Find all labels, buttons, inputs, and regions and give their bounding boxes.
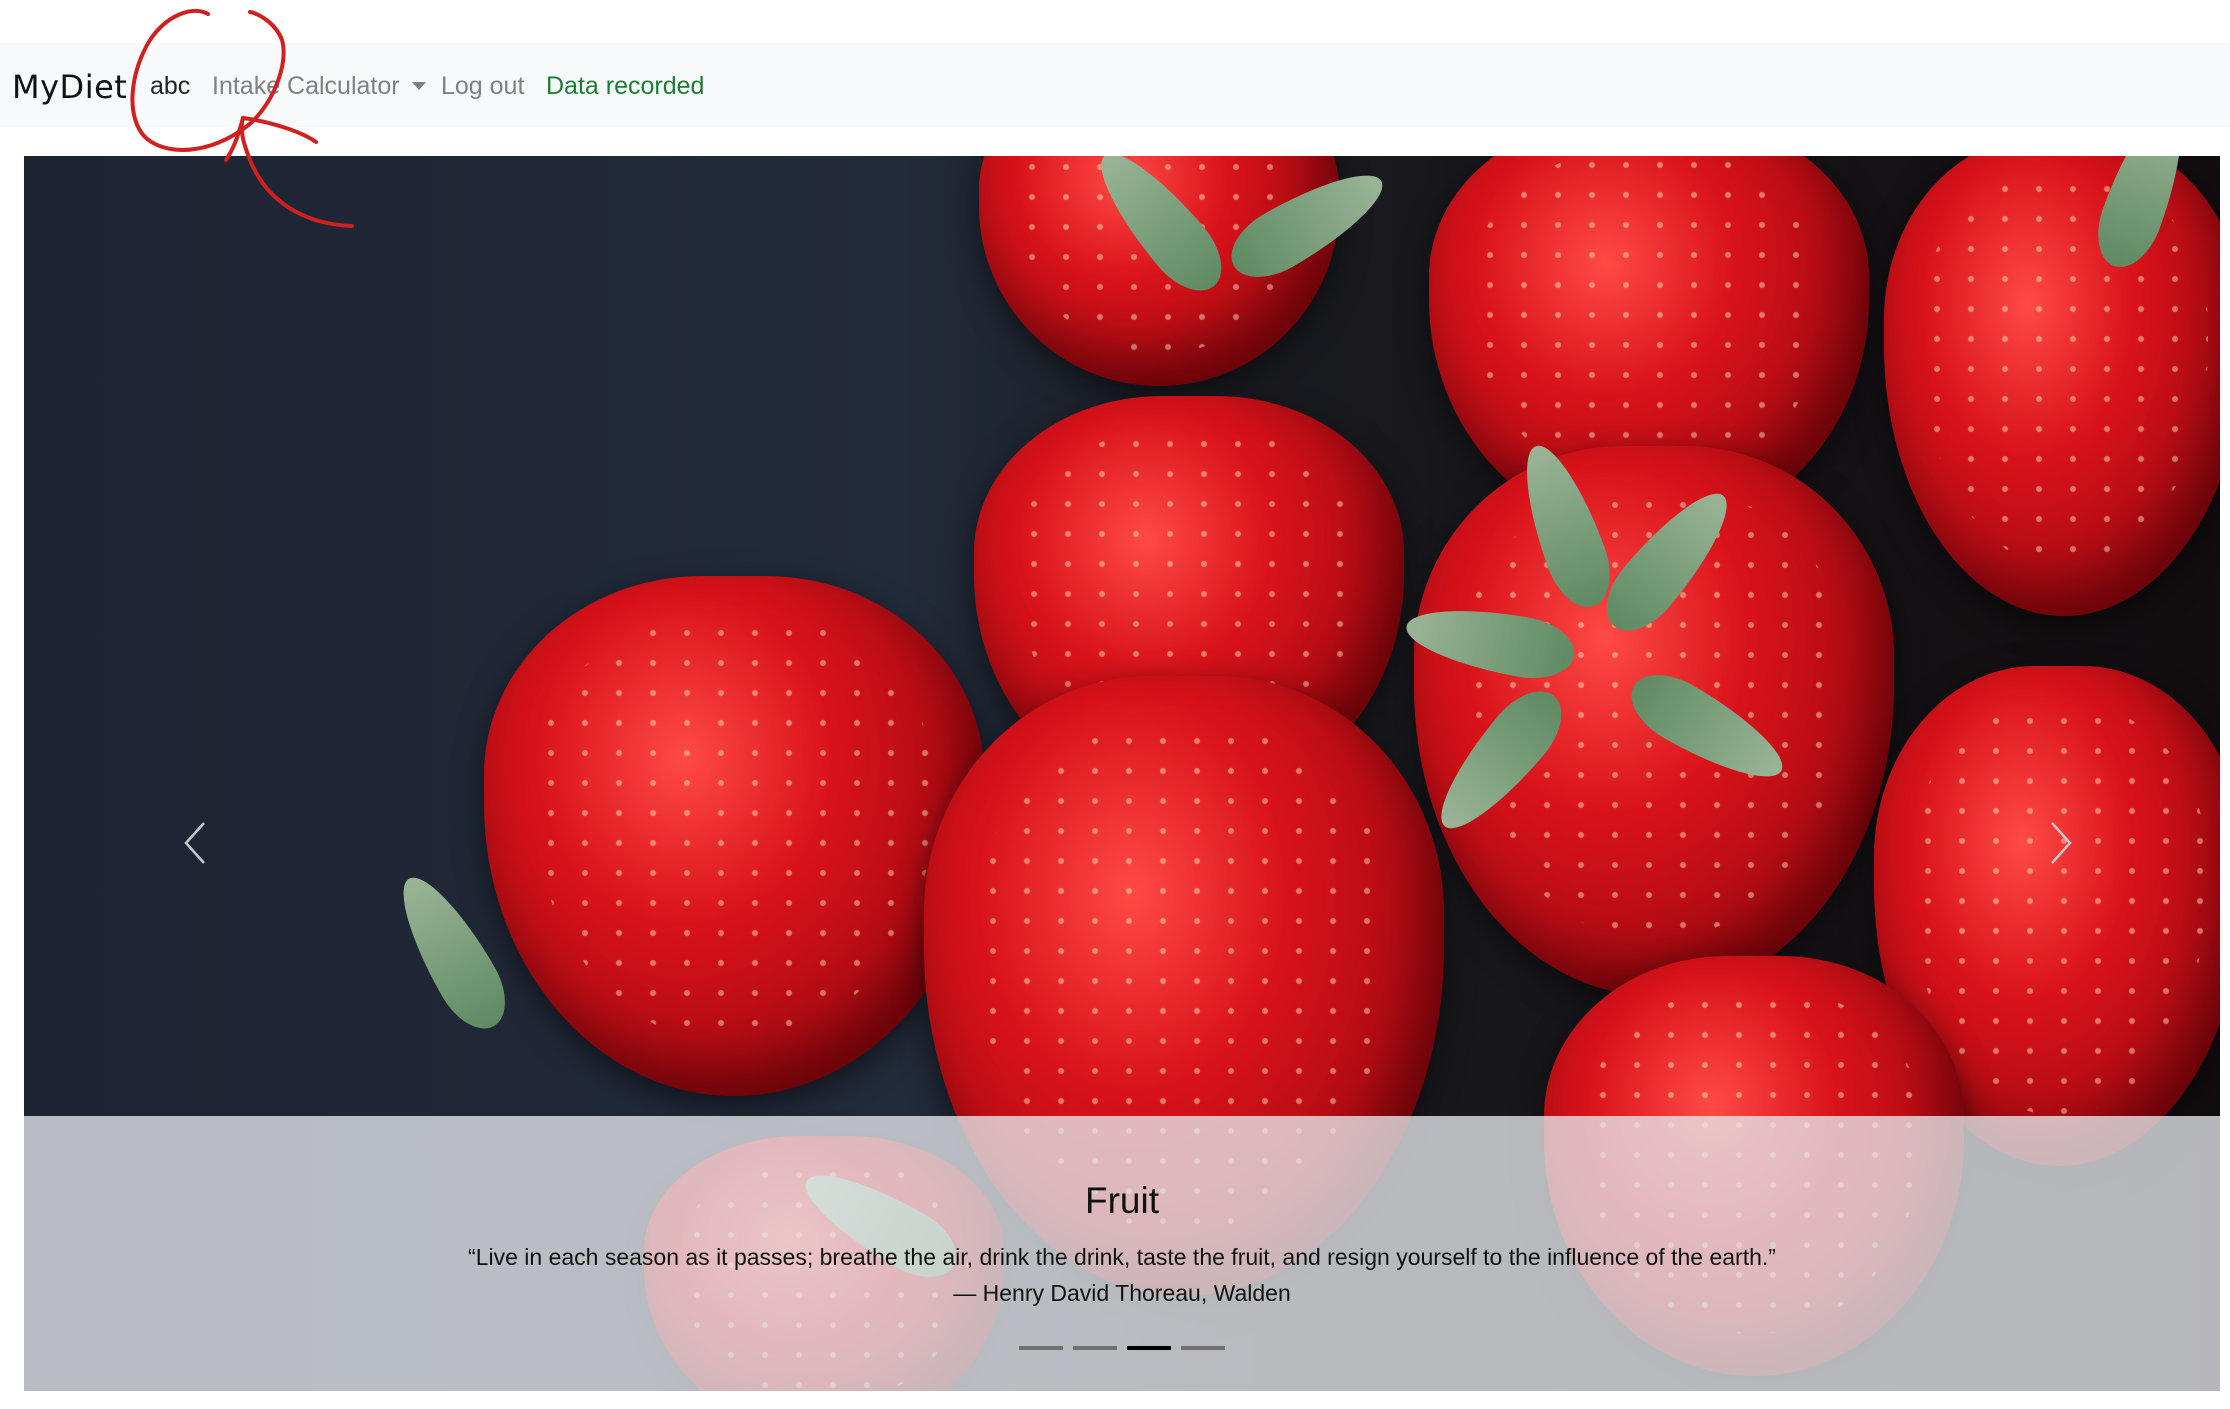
caret-down-icon bbox=[411, 82, 426, 90]
carousel-indicator[interactable] bbox=[1181, 1346, 1225, 1350]
carousel-indicator[interactable] bbox=[1019, 1346, 1063, 1350]
nav-calculator-label: Intake Calculator bbox=[212, 72, 400, 100]
navbar: MyDiet abc Intake Calculator Log out Dat… bbox=[0, 43, 2230, 127]
carousel-prev-button[interactable] bbox=[144, 746, 244, 946]
quote-author: — Henry David Thoreau, Walden bbox=[953, 1280, 1291, 1306]
carousel-next-button[interactable] bbox=[2010, 746, 2110, 946]
nav-intake-calculator-dropdown[interactable]: Intake Calculator bbox=[212, 71, 426, 101]
carousel-indicators bbox=[24, 1346, 2220, 1350]
chevron-left-icon bbox=[184, 822, 205, 864]
caption-quote: “Live in each season as it passes; breat… bbox=[24, 1239, 2220, 1311]
logout-link[interactable]: Log out bbox=[441, 71, 524, 101]
hero-carousel: Fruit “Live in each season as it passes;… bbox=[24, 156, 2220, 1391]
chevron-right-icon bbox=[2051, 822, 2072, 864]
carousel-indicator[interactable] bbox=[1127, 1346, 1171, 1350]
quote-text: “Live in each season as it passes; breat… bbox=[468, 1244, 1776, 1270]
carousel-indicator[interactable] bbox=[1073, 1346, 1117, 1350]
status-message: Data recorded bbox=[546, 72, 705, 100]
nav-user[interactable]: abc bbox=[150, 71, 190, 101]
brand-logo[interactable]: MyDiet bbox=[12, 68, 127, 106]
caption-title: Fruit bbox=[1085, 1180, 1159, 1221]
